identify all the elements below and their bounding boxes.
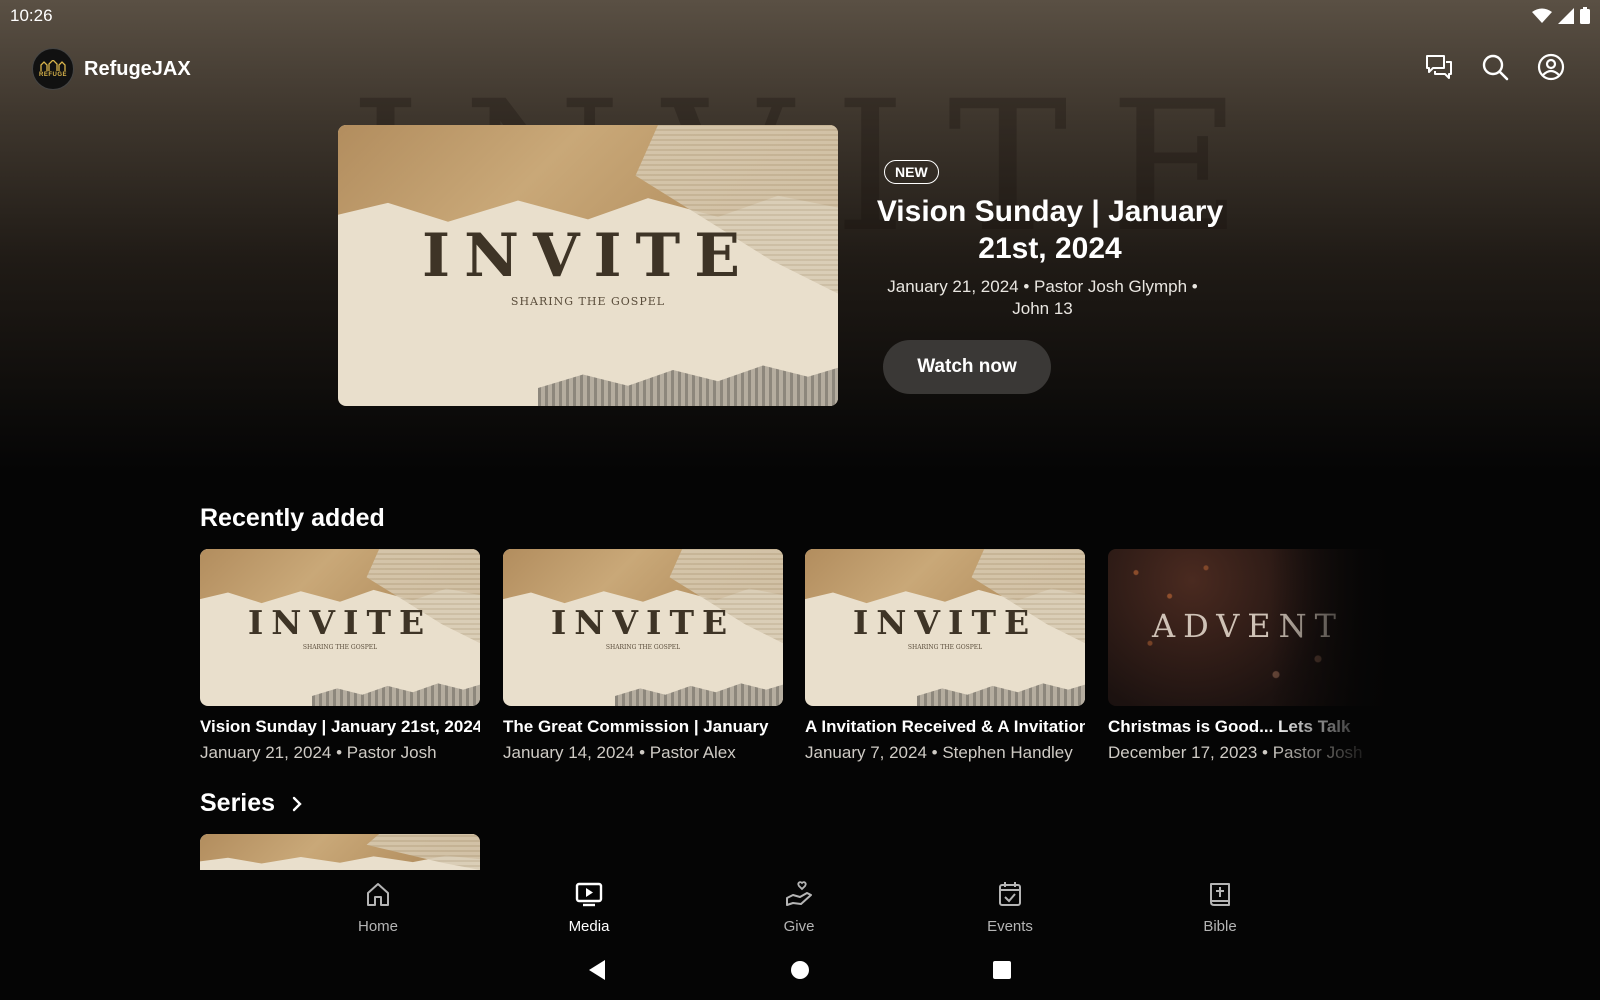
bottom-navigation: Home Media Give Events Bible xyxy=(0,870,1600,940)
card-thumbnail: ADVENT xyxy=(1108,549,1388,706)
card-art-title: ADVENT xyxy=(1151,607,1344,645)
chevron-right-icon xyxy=(292,796,302,811)
card-art-subtitle: SHARING THE GOSPEL xyxy=(302,644,378,651)
app-header: REFUGE RefugeJAX xyxy=(32,48,191,90)
card-thumbnail: INVITE SHARING THE GOSPEL xyxy=(503,549,783,706)
card-meta: December 17, 2023 • Pastor Josh xyxy=(1108,743,1363,762)
series-heading-row[interactable]: Series xyxy=(200,789,303,818)
card-art-subtitle: SHARING THE GOSPEL xyxy=(907,644,983,651)
card-art-title: INVITE xyxy=(550,603,736,642)
signal-icon xyxy=(1558,7,1574,24)
battery-icon xyxy=(1580,7,1590,24)
featured-title: Vision Sunday | January 21st, 2024 xyxy=(876,195,1224,265)
nav-events-label: Events xyxy=(987,918,1033,935)
home-system-button[interactable] xyxy=(788,958,812,982)
back-icon xyxy=(589,960,605,980)
status-bar: 10:26 xyxy=(0,0,1600,30)
card-meta: January 14, 2024 • Pastor Alex xyxy=(503,743,736,762)
featured-meta: January 21, 2024 • Pastor Josh Glymph • … xyxy=(870,276,1215,320)
search-button[interactable] xyxy=(1480,52,1510,82)
nav-media-label: Media xyxy=(568,918,610,935)
chat-icon xyxy=(1426,55,1452,79)
give-icon xyxy=(786,881,812,906)
app-title: RefugeJAX xyxy=(84,57,191,80)
watch-now-button[interactable]: Watch now xyxy=(883,340,1051,394)
events-icon xyxy=(999,882,1021,906)
recents-button[interactable] xyxy=(990,958,1014,982)
recently-added-list: INVITE SHARING THE GOSPEL Vision Sunday … xyxy=(200,549,1390,764)
nav-media[interactable]: Media xyxy=(539,880,639,935)
media-card[interactable]: INVITE SHARING THE GOSPEL The Great Comm… xyxy=(503,549,783,763)
card-title: A Invitation Received & A Invitation xyxy=(805,717,1085,736)
card-thumbnail: INVITE SHARING THE GOSPEL xyxy=(805,549,1085,706)
media-card[interactable]: ADVENT Christmas is Good... Lets Talk De… xyxy=(1108,549,1388,763)
app-logo[interactable]: REFUGE xyxy=(32,48,74,90)
artwork-subtitle: SHARING THE GOSPEL xyxy=(510,295,666,308)
system-navigation xyxy=(0,940,1600,1000)
card-title: Vision Sunday | January 21st, 2024 xyxy=(200,717,480,736)
invite-artwork: INVITE SHARING THE GOSPEL xyxy=(338,125,838,406)
chat-button[interactable] xyxy=(1424,52,1454,82)
back-button[interactable] xyxy=(585,958,609,982)
nav-bible[interactable]: Bible xyxy=(1170,880,1270,935)
nav-give[interactable]: Give xyxy=(749,880,849,935)
nav-give-label: Give xyxy=(783,918,815,935)
new-badge: NEW xyxy=(884,160,939,184)
home-icon xyxy=(367,883,389,906)
recently-added-heading: Recently added xyxy=(200,504,385,532)
search-icon xyxy=(1482,54,1509,81)
church-logo-icon xyxy=(40,60,66,71)
status-icons xyxy=(1532,7,1590,24)
header-actions xyxy=(1424,52,1566,82)
status-time: 10:26 xyxy=(10,6,53,25)
app-logo-text: REFUGE xyxy=(38,72,67,78)
card-art-subtitle: SHARING THE GOSPEL xyxy=(605,644,681,651)
card-title: The Great Commission | January xyxy=(503,717,769,736)
nav-bible-label: Bible xyxy=(1203,918,1237,935)
card-title: Christmas is Good... Lets Talk xyxy=(1108,717,1351,736)
media-card[interactable]: INVITE SHARING THE GOSPEL A Invitation R… xyxy=(805,549,1085,763)
nav-events[interactable]: Events xyxy=(960,880,1060,935)
home-circle-icon xyxy=(791,961,809,979)
account-button[interactable] xyxy=(1536,52,1566,82)
media-card[interactable]: INVITE SHARING THE GOSPEL Vision Sunday … xyxy=(200,549,480,763)
nav-home-label: Home xyxy=(357,918,398,935)
card-art-title: INVITE xyxy=(247,603,433,642)
nav-home[interactable]: Home xyxy=(328,880,428,935)
media-icon xyxy=(575,882,603,907)
card-thumbnail: INVITE SHARING THE GOSPEL xyxy=(200,549,480,706)
wifi-icon xyxy=(1532,8,1552,23)
featured-meta-line2: John 13 xyxy=(1012,299,1073,318)
card-meta: January 7, 2024 • Stephen Handley xyxy=(805,743,1073,762)
account-icon xyxy=(1537,53,1565,81)
artwork-title: INVITE xyxy=(422,221,754,291)
series-heading: Series xyxy=(200,789,276,817)
featured-meta-line1: January 21, 2024 • Pastor Josh Glymph • xyxy=(887,277,1198,296)
recents-icon xyxy=(993,961,1011,979)
bible-icon xyxy=(1210,883,1230,906)
card-art-title: INVITE xyxy=(852,603,1038,642)
featured-thumbnail[interactable]: INVITE SHARING THE GOSPEL xyxy=(338,125,838,406)
card-meta: January 21, 2024 • Pastor Josh xyxy=(200,743,437,762)
series-thumbnail[interactable] xyxy=(200,834,480,870)
